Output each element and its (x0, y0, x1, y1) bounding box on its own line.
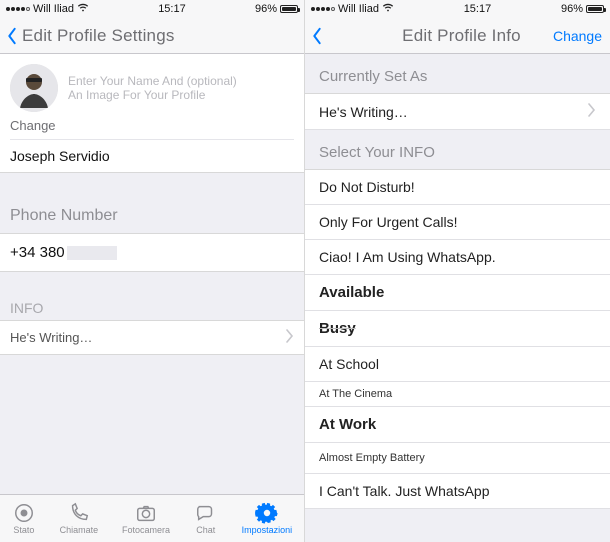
select-header: Select Your INFO (305, 130, 610, 170)
signal-icon (6, 7, 30, 11)
change-photo-link[interactable]: Change (10, 118, 294, 133)
tab-bar: Stato Chiamate Fotocamera Chat Impostazi… (0, 494, 304, 542)
nav-title: Edit Profile Settings (22, 26, 175, 46)
wifi-icon (77, 3, 89, 16)
avatar[interactable] (10, 64, 58, 112)
chevron-right-icon (286, 329, 294, 346)
profile-block: Enter Your Name And (optional) An Image … (0, 54, 304, 173)
current-info-row[interactable]: He's Writing… (305, 94, 610, 130)
phone-icon (67, 502, 91, 524)
info-option[interactable]: Only For Urgent Calls! (305, 205, 610, 240)
info-section-label: INFO (0, 296, 304, 320)
info-row[interactable]: He's Writing… (0, 320, 304, 355)
info-value: He's Writing… (10, 330, 92, 345)
info-option[interactable]: Available (305, 275, 610, 311)
current-info-value: He's Writing… (319, 104, 408, 120)
info-option[interactable]: At The Cinema (305, 382, 610, 407)
back-button[interactable] (6, 27, 18, 45)
tab-fotocamera[interactable]: Fotocamera (122, 502, 170, 535)
carrier-label: Will Iliad (33, 3, 74, 15)
back-button[interactable] (311, 27, 323, 45)
battery-percent: 96% (255, 3, 277, 15)
status-bar: Will Iliad 15:17 96% (0, 0, 304, 18)
wifi-icon (382, 3, 394, 16)
navbar: Edit Profile Settings (0, 18, 304, 54)
chevron-left-icon (311, 27, 323, 45)
chat-icon (194, 502, 218, 524)
info-option[interactable]: I Can't Talk. Just WhatsApp (305, 474, 610, 509)
battery-icon (280, 5, 298, 13)
info-option[interactable]: Do Not Disturb! (305, 170, 610, 205)
nav-title: Edit Profile Info (402, 26, 521, 46)
battery-icon (586, 5, 604, 13)
phone-redacted (67, 246, 117, 260)
change-button[interactable]: Change (553, 28, 602, 44)
battery-percent: 96% (561, 3, 583, 15)
info-option[interactable]: At School (305, 347, 610, 382)
tab-chiamate[interactable]: Chiamate (60, 502, 99, 535)
phone-section-label: Phone Number (0, 197, 304, 233)
chevron-right-icon (588, 103, 596, 120)
info-option[interactable]: At Work (305, 407, 610, 443)
info-option[interactable]: Almost Empty Battery (305, 443, 610, 474)
time-label: 15:17 (464, 3, 492, 15)
tab-chat[interactable]: Chat (194, 502, 218, 535)
status-icon (12, 502, 36, 524)
navbar: Edit Profile Info Change (305, 18, 610, 54)
info-option[interactable]: Busy (305, 311, 610, 347)
phone-value: +34 380 (10, 244, 65, 261)
camera-icon (134, 502, 158, 524)
profile-placeholder: Enter Your Name And (optional) An Image … (68, 74, 237, 102)
gear-icon (255, 502, 279, 524)
carrier-label: Will Iliad (338, 3, 379, 15)
signal-icon (311, 7, 335, 11)
left-screen: Will Iliad 15:17 96% Edit Profile Settin… (0, 0, 305, 542)
name-field[interactable]: Joseph Servidio (10, 139, 294, 164)
status-bar: Will Iliad 15:17 96% (305, 0, 610, 18)
tab-stato[interactable]: Stato (12, 502, 36, 535)
tab-impostazioni[interactable]: Impostazioni (242, 502, 293, 535)
info-option[interactable]: Ciao! I Am Using WhatsApp. (305, 240, 610, 275)
chevron-left-icon (6, 27, 18, 45)
time-label: 15:17 (158, 3, 186, 15)
current-header: Currently Set As (305, 54, 610, 94)
phone-row[interactable]: +34 380 (0, 233, 304, 272)
right-screen: Will Iliad 15:17 96% Edit Profile Info C… (305, 0, 610, 542)
